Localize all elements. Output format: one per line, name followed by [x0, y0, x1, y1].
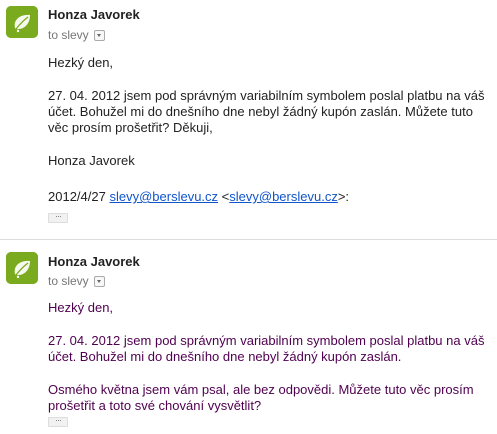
- body-paragraph-main: 27. 04. 2012 jsem pod správným variabiln…: [48, 88, 485, 135]
- quote-attribution: 2012/4/27 slevy@berslevu.cz <slevy@bersl…: [48, 189, 349, 204]
- recipient-details-chevron-down-icon[interactable]: [93, 29, 105, 41]
- sender-avatar-leaf-icon[interactable]: [6, 252, 38, 284]
- sender-name[interactable]: Honza Javorek: [48, 254, 140, 269]
- recipient-line: to slevy: [48, 274, 105, 288]
- message-body: Hezký den, 27. 04. 2012 jsem pod správný…: [48, 55, 488, 186]
- show-trimmed-content-button[interactable]: ···: [48, 212, 68, 223]
- body-paragraph-main: 27. 04. 2012 jsem pod správným variabiln…: [48, 333, 485, 364]
- sender-name[interactable]: Honza Javorek: [48, 7, 140, 22]
- recipient-label: to slevy: [48, 274, 89, 288]
- quote-gt: >:: [337, 189, 350, 204]
- recipient-label: to slevy: [48, 28, 89, 42]
- email-message-1: Honza Javorek to slevy Hezký den, 27. 04…: [0, 0, 497, 238]
- body-paragraph-greeting: Hezký den,: [48, 55, 114, 70]
- message-body: Hezký den, 27. 04. 2012 jsem pod správný…: [48, 300, 488, 431]
- recipient-details-chevron-down-icon[interactable]: [93, 275, 105, 287]
- quote-email-link-angle[interactable]: slevy@berslevu.cz: [229, 189, 338, 204]
- recipient-line: to slevy: [48, 28, 105, 42]
- show-trimmed-content-button[interactable]: ···: [48, 416, 68, 427]
- sender-avatar-leaf-icon[interactable]: [6, 6, 38, 38]
- quote-date: 2012/4/27: [48, 189, 106, 204]
- email-message-2: Honza Javorek to slevy Hezký den, 27. 04…: [0, 240, 497, 434]
- body-paragraph-followup: Osmého května jsem vám psal, ale bez odp…: [48, 382, 474, 413]
- body-paragraph-signature: Honza Javorek: [48, 153, 135, 168]
- body-paragraph-greeting: Hezký den,: [48, 300, 114, 315]
- quote-email-link[interactable]: slevy@berslevu.cz: [109, 189, 218, 204]
